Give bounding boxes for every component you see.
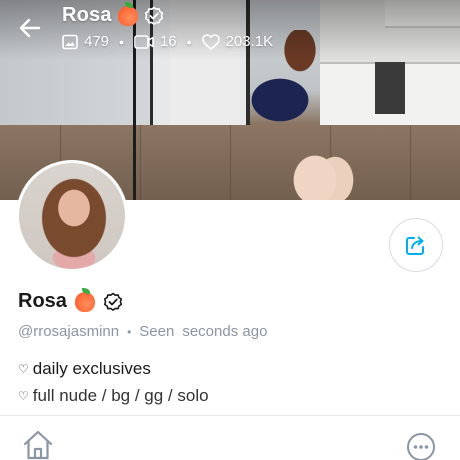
video-icon	[134, 34, 154, 49]
more-icon	[407, 433, 435, 460]
verified-badge-icon	[144, 6, 163, 25]
stats-separator: •	[186, 33, 192, 50]
bio-line: ♡ daily exclusives	[18, 359, 151, 379]
bio-text: full nude / bg / gg / solo	[32, 386, 209, 405]
heart-outline-icon: ♡	[18, 389, 29, 403]
arrow-left-icon	[19, 18, 41, 38]
back-button[interactable]	[14, 12, 46, 44]
videos-stat[interactable]: 16	[134, 33, 177, 50]
bio-text: daily exclusives	[32, 359, 151, 378]
share-button[interactable]	[389, 218, 443, 272]
profile-meta: @rrosajasminn • Seen seconds ago	[18, 323, 267, 340]
username: @rrosajasminn	[18, 323, 120, 340]
home-icon	[23, 430, 53, 460]
seen-time: seconds ago	[182, 323, 268, 340]
more-button[interactable]	[406, 432, 436, 460]
avatar[interactable]	[16, 160, 128, 272]
videos-count: 16	[159, 33, 177, 50]
header-stats: 479 • 16 • 203.1K	[62, 33, 273, 50]
home-button[interactable]	[22, 430, 54, 460]
profile-name: Rosa	[18, 287, 123, 313]
likes-count: 203.1K	[225, 33, 274, 50]
photos-count: 479	[84, 33, 110, 50]
stats-separator: •	[119, 33, 124, 50]
share-icon	[406, 236, 424, 255]
seen-label: Seen	[139, 323, 175, 340]
profile-name-text: Rosa	[18, 290, 67, 312]
meta-separator: •	[127, 324, 132, 339]
bottom-nav	[0, 416, 460, 460]
profile-header: Rosa 479 • 16 • 203.1K	[0, 0, 460, 60]
heart-outline-icon: ♡	[18, 362, 29, 376]
peach-emoji-icon	[74, 287, 95, 312]
heart-icon	[201, 33, 220, 50]
verified-badge-icon	[103, 292, 123, 311]
header-name-text: Rosa	[62, 4, 112, 26]
peach-emoji-icon	[117, 1, 138, 26]
bio-line: ♡ full nude / bg / gg / solo	[18, 386, 209, 406]
likes-stat[interactable]: 203.1K	[201, 33, 274, 50]
photos-stat[interactable]: 479	[62, 33, 109, 50]
image-icon	[62, 34, 78, 49]
header-title: Rosa	[62, 1, 164, 27]
